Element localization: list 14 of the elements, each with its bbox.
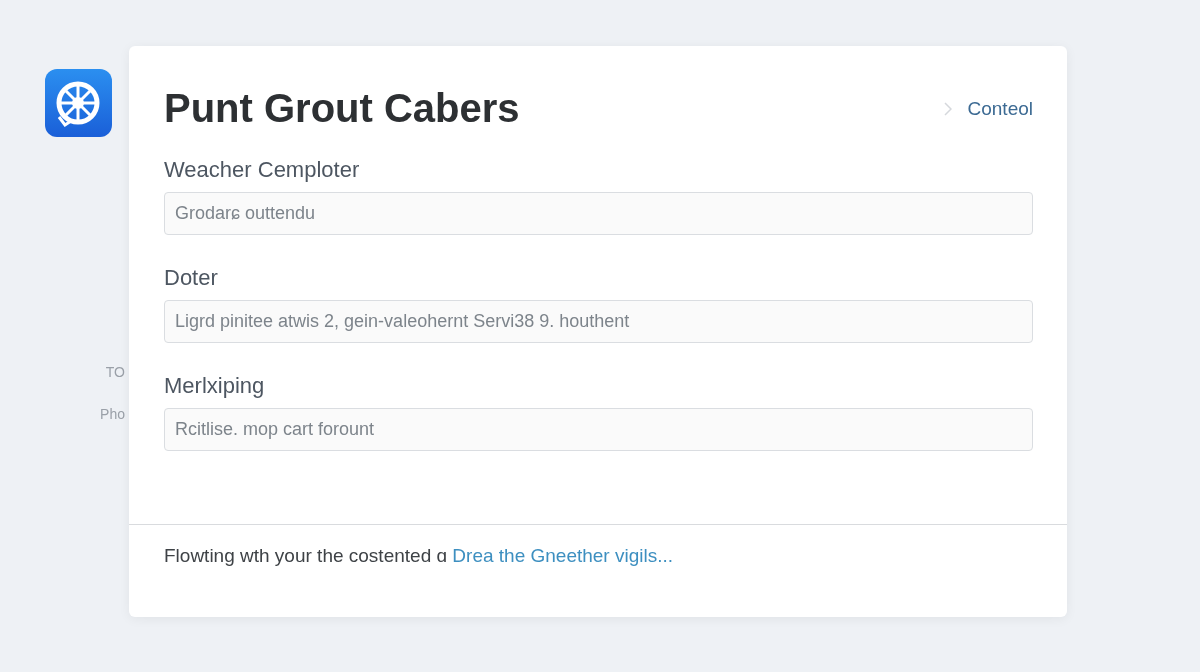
input-field[interactable]: Ligrd pinitee atwis 2, gein-valeohernt Servi38 9. houthent (164, 300, 1033, 343)
input-field[interactable]: Grodarɕ outtendu (164, 192, 1033, 235)
field-label: Doter (164, 265, 219, 291)
background-text: TO (105, 364, 125, 380)
form-title: Punt Grout Cabers (164, 86, 520, 131)
background-text: Pho (100, 406, 125, 422)
chevron-icon (943, 101, 952, 116)
footer-link[interactable]: Drea the Gneether vigils... (452, 545, 674, 566)
footer-text: Flowting wth your the costented ɑ Drea the Gneether vigils... (164, 545, 674, 566)
field-label: Merlxiping (164, 373, 266, 399)
input-field[interactable]: Rcitlise. mop cart forount (164, 408, 1033, 451)
field-label: Weacher Cemploter (164, 157, 361, 183)
app-icon[interactable] (45, 69, 112, 137)
control-link[interactable]: Conteol (967, 97, 1033, 120)
